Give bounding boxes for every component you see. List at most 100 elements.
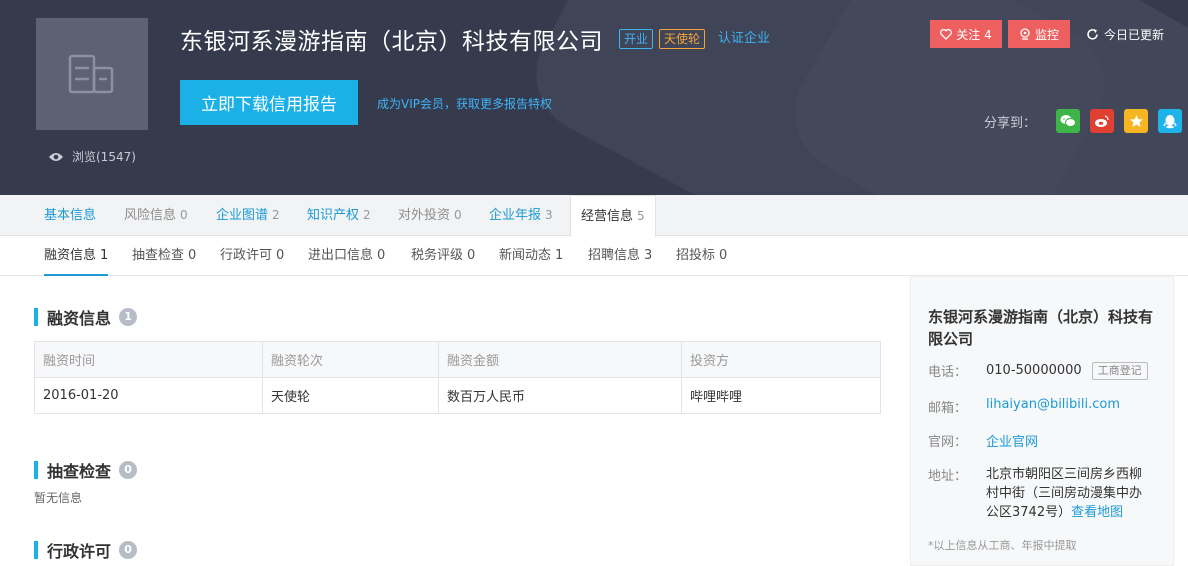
field-label: 邮箱： [928,401,968,416]
company-name: 东银河系漫游指南（北京）科技有限公司 [180,29,603,55]
section-accent-bar [34,461,38,479]
subtab-tax-rating[interactable]: 税务评级 0 [411,236,475,276]
tab-risk-info[interactable]: 风险信息 0 [124,195,188,236]
subtab-count: 1 [555,248,564,263]
follow-label: 关注 4 [956,27,992,42]
subtab-label: 融资信息 [44,248,97,263]
subtab-license[interactable]: 行政许可 0 [220,236,284,276]
field-label: 官网： [928,435,968,450]
tab-annual-report[interactable]: 企业年报 3 [489,195,553,236]
subtab-label: 招投标 [676,248,716,263]
tab-business-info[interactable]: 经营信息 5 [570,195,656,237]
tab-label: 风险信息 [124,208,177,223]
website-link[interactable]: 企业官网 [986,431,1038,450]
website-row: 官网： 企业官网 [928,431,1038,450]
subtab-label: 进出口信息 [308,248,374,263]
main-tab-bar: 基本信息 风险信息 0 企业图谱 2 知识产权 2 对外投资 0 企业年报 3 经营信息 5 [0,195,1188,237]
subtab-news[interactable]: 新闻动态 1 [499,236,563,276]
email-row: 邮箱： lihaiyan@bilibili.com [928,397,1120,416]
tab-label: 企业图谱 [216,208,269,223]
count-badge: 0 [119,461,138,479]
subtab-label: 抽查检查 [132,248,185,263]
table-header-row: 融资时间 融资轮次 融资金额 投资方 [34,341,881,378]
subtab-financing[interactable]: 融资信息 1 [44,236,109,276]
address-row: 地址： 北京市朝阳区三间房乡西柳村中街（三间房动漫集中办公区3742号）查看地图 [928,465,1146,522]
column-header: 融资轮次 [262,341,439,378]
tab-label: 知识产权 [307,208,360,223]
financing-table: 融资时间 融资轮次 融资金额 投资方 2016-01-20 天使轮 数百万人民币… [34,341,881,414]
refresh-icon [1087,29,1098,40]
qzone-icon[interactable] [1124,109,1149,133]
company-tags: 开业 天使轮 认证企业 [619,29,774,49]
subtab-count: 1 [100,248,109,263]
heart-icon [940,28,953,40]
phone-row: 电话： 010-50000000 工商登记 [928,361,1148,380]
tab-count: 3 [545,208,553,222]
vip-link[interactable]: 成为VIP会员，获取更多报告特权 [377,95,552,112]
tab-basic-info[interactable]: 基本信息 [44,195,96,236]
count-badge: 0 [119,541,138,559]
sidebar-company-name: 东银河系漫游指南（北京）科技有限公司 [928,308,1154,348]
subtab-import-export[interactable]: 进出口信息 0 [308,236,385,276]
tab-company-graph[interactable]: 企业图谱 2 [216,195,280,236]
tab-ip[interactable]: 知识产权 2 [307,195,371,236]
section-accent-bar [34,541,38,559]
weibo-icon[interactable] [1090,109,1115,133]
subtab-count: 0 [276,248,285,263]
subtab-inspection[interactable]: 抽查检查 0 [132,236,196,276]
subtab-label: 招聘信息 [588,248,641,263]
section-title-text: 融资信息 [47,309,112,328]
company-header: 浏览(1547) 东银河系漫游指南（北京）科技有限公司 开业 天使轮 认证企业 … [0,0,1188,195]
inspection-section-title: 抽查检查 0 [34,458,138,482]
table-cell: 2016-01-20 [34,377,263,414]
email-link[interactable]: lihaiyan@bilibili.com [986,397,1120,416]
table-cell: 天使轮 [262,377,439,414]
view-count-text: 浏览(1547) [72,150,136,164]
tab-count: 2 [272,208,280,222]
tab-label: 基本信息 [44,208,97,223]
tab-count: 0 [454,208,462,222]
source-tag: 工商登记 [1091,361,1148,380]
share-label: 分享到： [984,115,1037,131]
share-bar: 分享到： [984,109,1183,133]
tab-investment[interactable]: 对外投资 0 [398,195,462,236]
address-value: 北京市朝阳区三间房乡西柳村中街（三间房动漫集中办公区3742号）查看地图 [986,465,1146,522]
source-note: *以上信息从工商、年报中提取 [928,539,1077,552]
view-map-link[interactable]: 查看地图 [1071,505,1123,520]
subtab-recruitment[interactable]: 招聘信息 3 [588,236,652,276]
table-row: 2016-01-20 天使轮 数百万人民币 哔哩哔哩 [34,377,881,414]
tab-count: 5 [637,209,645,223]
monitor-button[interactable]: 监控 [1008,20,1070,48]
tab-count: 0 [180,208,188,222]
subtab-bidding[interactable]: 招投标 0 [676,236,727,276]
building-icon [68,54,114,94]
subtab-label: 税务评级 [411,248,464,263]
subtab-count: 0 [467,248,476,263]
field-label: 地址： [928,469,968,484]
column-header: 融资时间 [34,341,263,378]
tab-count: 2 [363,208,371,222]
download-report-button[interactable]: 立即下载信用报告 [180,80,358,125]
subtab-label: 新闻动态 [499,248,552,263]
view-count: 浏览(1547) [48,148,136,165]
wechat-icon[interactable] [1056,109,1081,133]
certified-link[interactable]: 认证企业 [714,30,774,48]
company-logo [36,18,148,130]
phone-value: 010-50000000 [986,363,1082,378]
column-header: 投资方 [681,341,881,378]
table-cell: 数百万人民币 [438,377,682,414]
qq-icon[interactable] [1158,109,1183,133]
sub-tab-bar: 融资信息 1 抽查检查 0 行政许可 0 进出口信息 0 税务评级 0 新闻动态 1 招聘信… [0,236,1188,276]
round-badge: 天使轮 [659,29,706,49]
tab-label: 经营信息 [581,209,634,224]
section-accent-bar [34,308,38,326]
section-title-text: 抽查检查 [47,462,112,481]
monitor-label: 监控 [1034,27,1059,42]
tab-label: 企业年报 [489,208,542,223]
count-badge: 1 [119,308,138,326]
follow-button[interactable]: 关注 4 [930,20,1002,48]
subtab-label: 行政许可 [220,248,273,263]
subtab-count: 0 [188,248,197,263]
column-header: 融资金额 [438,341,682,378]
empty-state-text: 暂无信息 [34,491,83,505]
